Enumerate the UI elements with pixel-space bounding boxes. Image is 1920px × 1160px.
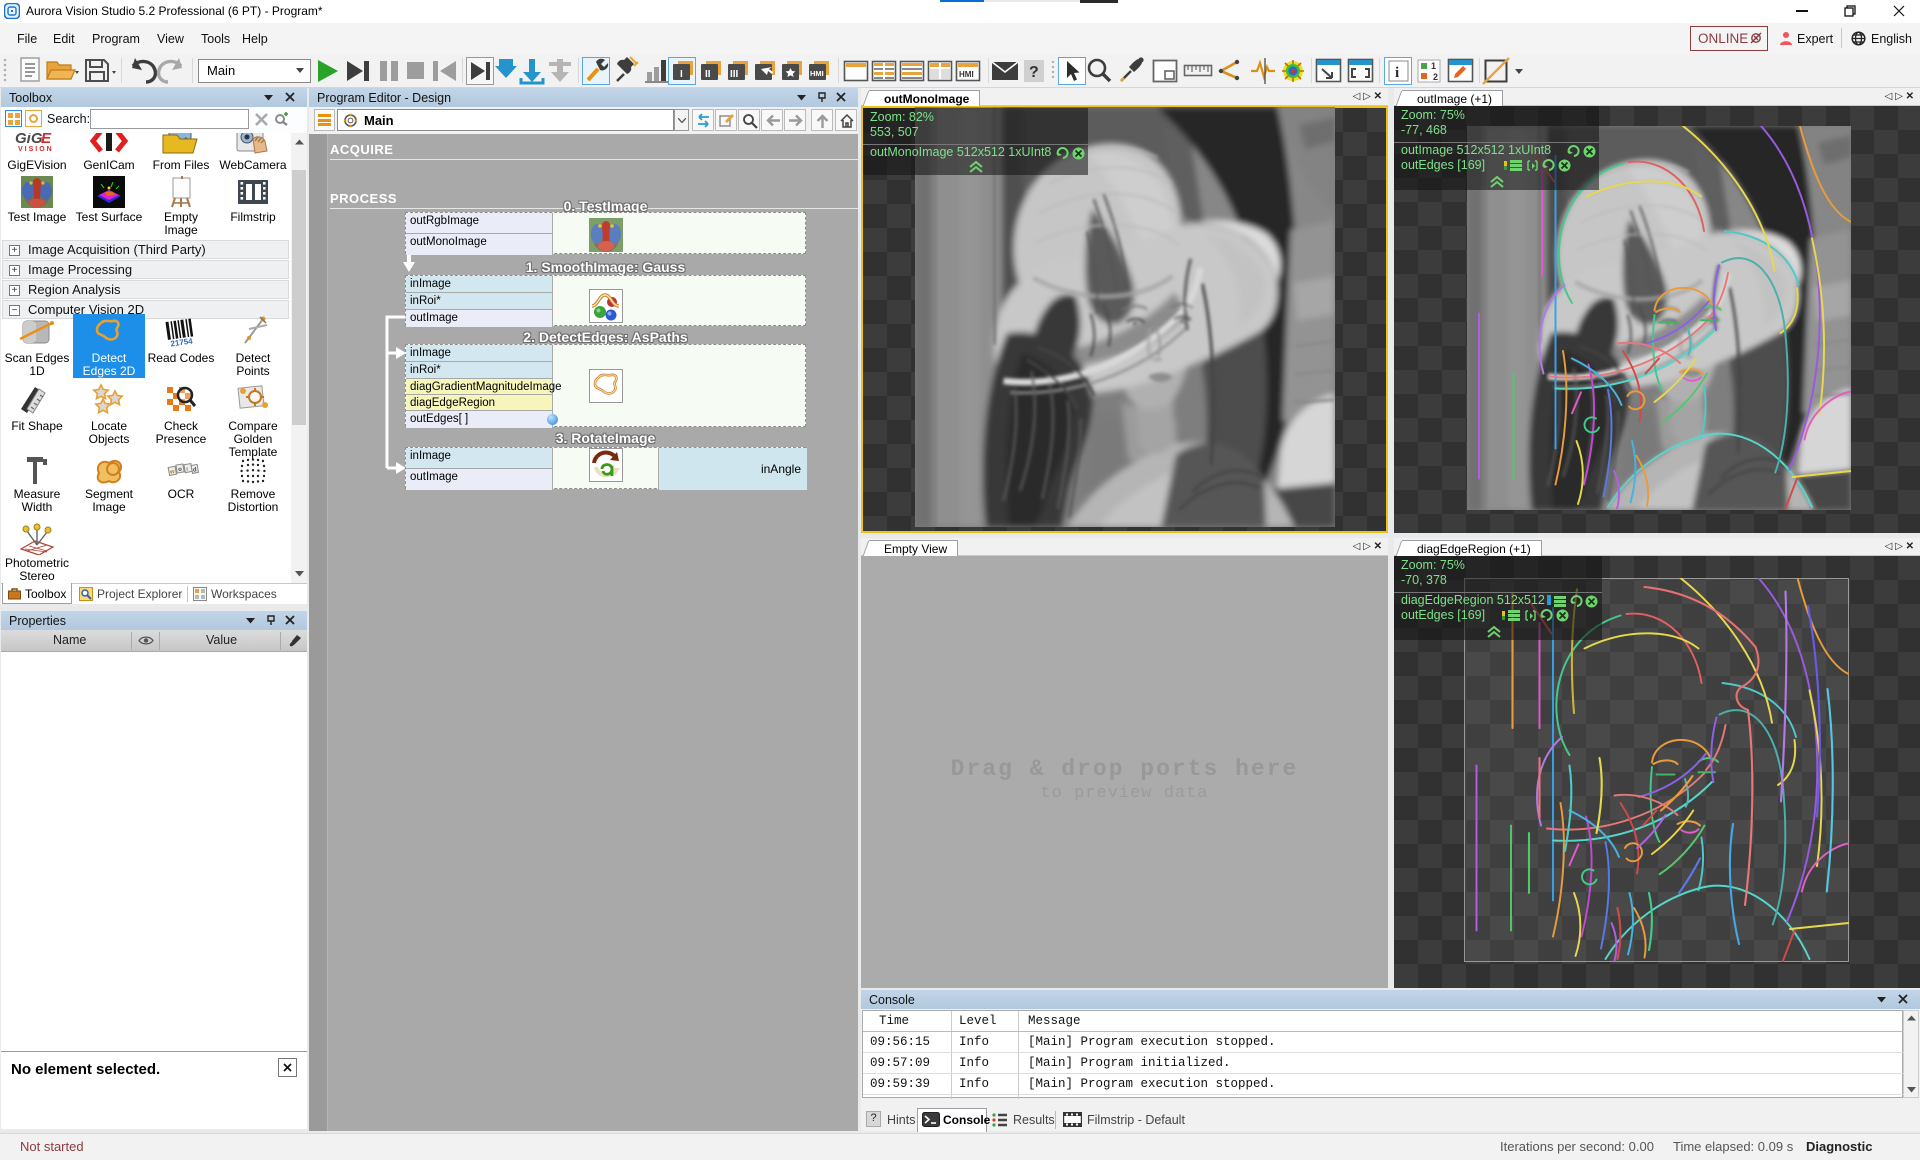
svg-text:i: i bbox=[1395, 65, 1399, 81]
svg-text:2: 2 bbox=[1433, 72, 1438, 82]
svg-text:VISION: VISION bbox=[18, 146, 54, 153]
svg-text:HMI: HMI bbox=[810, 69, 824, 78]
svg-text:III: III bbox=[730, 69, 739, 80]
svg-text:HMI: HMI bbox=[959, 70, 974, 79]
svg-text:I: I bbox=[680, 69, 683, 80]
svg-text:E: E bbox=[41, 133, 52, 147]
svg-text:II: II bbox=[705, 69, 711, 80]
svg-text:?: ? bbox=[1029, 64, 1039, 81]
svg-text:GiG: GiG bbox=[15, 133, 43, 147]
svg-text:1: 1 bbox=[1431, 61, 1436, 71]
svg-text:Main: Main bbox=[207, 63, 235, 78]
